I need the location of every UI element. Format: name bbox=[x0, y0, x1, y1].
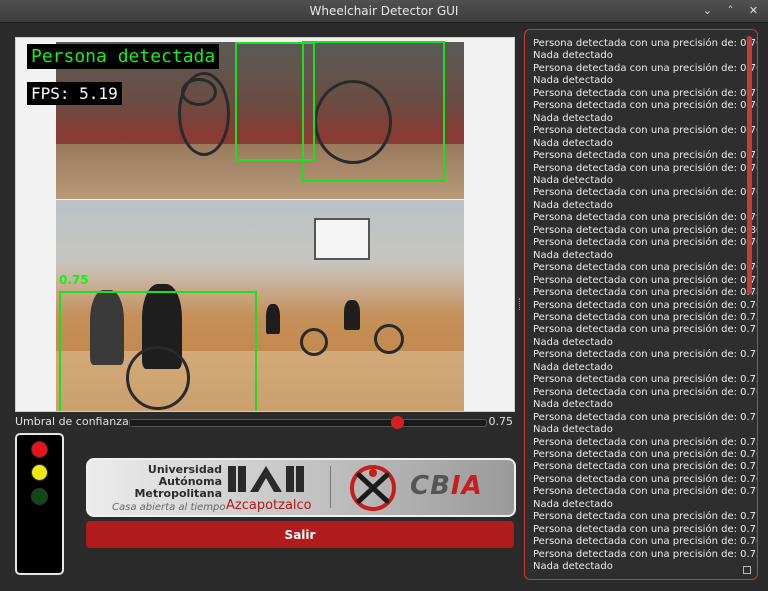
log-entry: Nada detectado bbox=[533, 424, 613, 436]
log-entry: Persona detectada con una precisión de: … bbox=[533, 162, 758, 174]
log-entry: Persona detectada con una precisión de: … bbox=[533, 473, 758, 485]
resize-grip-icon[interactable] bbox=[743, 566, 751, 574]
log-entry: Persona detectada con una precisión de: … bbox=[533, 548, 758, 560]
log-entry: Persona detectada con una precisión de: … bbox=[533, 212, 758, 224]
log-entry: Nada detectado bbox=[533, 199, 613, 211]
log-entry: Nada detectado bbox=[533, 112, 613, 124]
chevron-down-icon[interactable]: ⌄ bbox=[699, 2, 716, 19]
log-entry: Persona detectada con una precisión de: … bbox=[533, 386, 758, 398]
log-entry: Persona detectada con una precisión de: … bbox=[533, 100, 758, 112]
wheelchair-wheel bbox=[374, 324, 404, 354]
log-entry: Persona detectada con una precisión de: … bbox=[533, 411, 758, 423]
threshold-row: Umbral de confianza: 0.75 bbox=[15, 414, 513, 430]
log-entry: Persona detectada con una precisión de: … bbox=[533, 374, 758, 386]
log-entry: Nada detectado bbox=[533, 174, 613, 186]
threshold-label: Umbral de confianza: bbox=[15, 415, 133, 428]
log-entry: Persona detectada con una precisión de: … bbox=[533, 262, 758, 274]
traffic-light bbox=[15, 433, 64, 575]
detection-box bbox=[302, 41, 445, 182]
player-figure bbox=[344, 300, 360, 330]
log-entry: Persona detectada con una precisión de: … bbox=[533, 237, 758, 249]
institution-logos: Universidad Autónoma Metropolitana Casa … bbox=[86, 458, 516, 517]
log-entry: Persona detectada con una precisión de: … bbox=[533, 436, 758, 448]
log-entry: Nada detectado bbox=[533, 75, 613, 87]
log-entry: Persona detectada con una precisión de: … bbox=[533, 38, 758, 49]
log-entry: Persona detectada con una precisión de: … bbox=[533, 150, 758, 162]
log-entry: Persona detectada con una precisión de: … bbox=[533, 87, 758, 99]
threshold-slider[interactable] bbox=[129, 416, 487, 429]
lab-name: CBIA bbox=[410, 471, 483, 501]
log-entry: Persona detectada con una precisión de: … bbox=[533, 448, 758, 460]
log-entry: Persona detectada con una precisión de: … bbox=[533, 324, 758, 336]
log-entry: Persona detectada con una precisión de: … bbox=[533, 311, 758, 323]
university-slogan: Casa abierta al tiempo bbox=[112, 502, 226, 513]
log-entry: Persona detectada con una precisión de: … bbox=[533, 523, 758, 535]
log-entry: Persona detectada con una precisión de: … bbox=[533, 287, 758, 299]
detection-log[interactable]: Persona detectada con una precisión de: … bbox=[524, 29, 758, 580]
close-icon[interactable]: ✕ bbox=[745, 2, 762, 19]
slider-handle[interactable] bbox=[391, 416, 404, 429]
player-figure bbox=[266, 304, 280, 334]
camera-feed: Persona detectada FPS: 5.19 0.75 bbox=[15, 37, 515, 412]
log-entry: Persona detectada con una precisión de: … bbox=[533, 349, 758, 361]
log-entry: Persona detectada con una precisión de: … bbox=[533, 224, 758, 236]
title-bar: Wheelchair Detector GUI ⌄ ˄ ✕ bbox=[0, 0, 768, 23]
detection-score-label: 0.75 bbox=[59, 273, 89, 287]
detection-status-label: Persona detectada bbox=[27, 44, 220, 69]
log-entry: Persona detectada con una precisión de: … bbox=[533, 274, 758, 286]
log-entry: Persona detectada con una precisión de: … bbox=[533, 125, 758, 137]
chevron-up-icon[interactable]: ˄ bbox=[722, 2, 739, 19]
campus-name: Azcapotzalco bbox=[226, 498, 312, 513]
wheelchair-wheel bbox=[300, 328, 328, 356]
uam-logo-icon bbox=[228, 466, 304, 492]
cbia-logo-icon bbox=[350, 465, 396, 511]
window-title: Wheelchair Detector GUI bbox=[309, 4, 459, 18]
log-entry: Persona detectada con una precisión de: … bbox=[533, 187, 758, 199]
log-entry: Nada detectado bbox=[533, 249, 613, 261]
log-lines: Persona detectada con una precisión de: … bbox=[533, 38, 758, 573]
log-entry: Nada detectado bbox=[533, 361, 613, 373]
red-light bbox=[31, 441, 48, 458]
log-entry: Nada detectado bbox=[533, 561, 613, 573]
log-entry: Persona detectada con una precisión de: … bbox=[533, 62, 758, 74]
green-light bbox=[31, 488, 48, 505]
log-entry: Nada detectado bbox=[533, 50, 613, 62]
log-entry: Persona detectada con una precisión de: … bbox=[533, 536, 758, 548]
log-entry: Nada detectado bbox=[533, 336, 613, 348]
log-entry: Nada detectado bbox=[533, 137, 613, 149]
log-entry: Persona detectada con una precisión de: … bbox=[533, 511, 758, 523]
panel-splitter[interactable] bbox=[519, 298, 522, 310]
university-name: Universidad Autónoma Metropolitana bbox=[134, 463, 222, 500]
wheelchair-wheel bbox=[181, 78, 217, 106]
log-scrollbar[interactable] bbox=[747, 36, 752, 294]
log-entry: Persona detectada con una precisión de: … bbox=[533, 486, 758, 498]
log-entry: Persona detectada con una precisión de: … bbox=[533, 299, 758, 311]
detection-box bbox=[59, 291, 257, 411]
log-entry: Nada detectado bbox=[533, 399, 613, 411]
yellow-light bbox=[31, 464, 48, 481]
basketball-backboard bbox=[314, 218, 370, 260]
window-controls: ⌄ ˄ ✕ bbox=[699, 2, 762, 19]
fps-label: FPS: 5.19 bbox=[27, 82, 122, 105]
log-entry: Nada detectado bbox=[533, 498, 613, 510]
threshold-value: 0.75 bbox=[488, 415, 514, 428]
log-entry: Persona detectada con una precisión de: … bbox=[533, 461, 758, 473]
exit-button[interactable]: Salir bbox=[86, 521, 514, 548]
